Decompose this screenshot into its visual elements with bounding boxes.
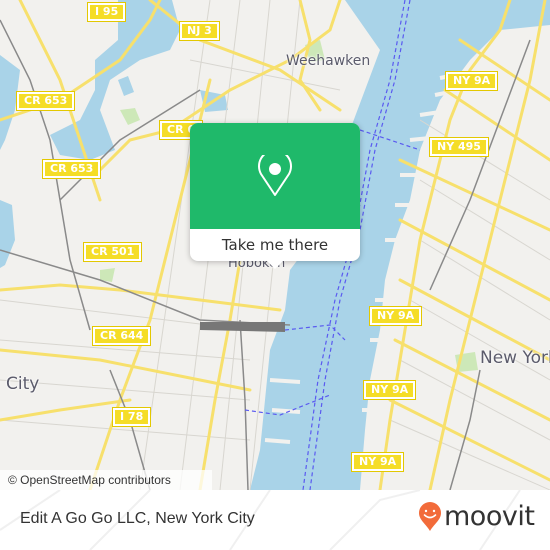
location-popup: Take me there <box>190 123 360 269</box>
place-label-new-york: New York <box>480 348 550 368</box>
route-shield-ny9a: NY 9A <box>350 452 405 472</box>
route-shield-ny9a: NY 9A <box>444 71 499 91</box>
route-shield-i95: I 95 <box>86 2 127 22</box>
moovit-wordmark: moovit <box>444 501 535 532</box>
popup-header <box>190 123 360 229</box>
place-label-weehawken: Weehawken <box>286 53 371 69</box>
route-shield-cr653: CR 653 <box>15 91 76 111</box>
popup-pointer <box>267 261 283 269</box>
moovit-logo[interactable]: moovit <box>418 501 535 532</box>
map-pin-icon <box>258 155 292 196</box>
map-attribution[interactable]: © OpenStreetMap contributors <box>0 470 212 490</box>
route-shield-cr644: CR 644 <box>91 326 152 346</box>
route-shield-nj3: NJ 3 <box>179 21 220 41</box>
map[interactable]: I 95 NJ 3 CR 653 CR 653 CR 6 CR 501 CR 6… <box>0 0 550 490</box>
moovit-pin-icon <box>419 502 441 531</box>
place-label-jersey-city: City <box>6 374 40 394</box>
footer: Edit A Go Go LLC, New York City moovit <box>0 490 550 550</box>
place-title: Edit A Go Go LLC, New York City <box>20 510 255 527</box>
route-shield-cr501: CR 501 <box>82 242 143 262</box>
route-shield-ny9a: NY 9A <box>362 380 417 400</box>
route-shield-ny495: NY 495 <box>429 137 489 157</box>
route-shield-i78: I 78 <box>111 407 152 427</box>
take-me-there-button[interactable]: Take me there <box>190 229 360 261</box>
route-shield-ny9a: NY 9A <box>368 306 423 326</box>
route-shield-cr653: CR 653 <box>41 159 102 179</box>
